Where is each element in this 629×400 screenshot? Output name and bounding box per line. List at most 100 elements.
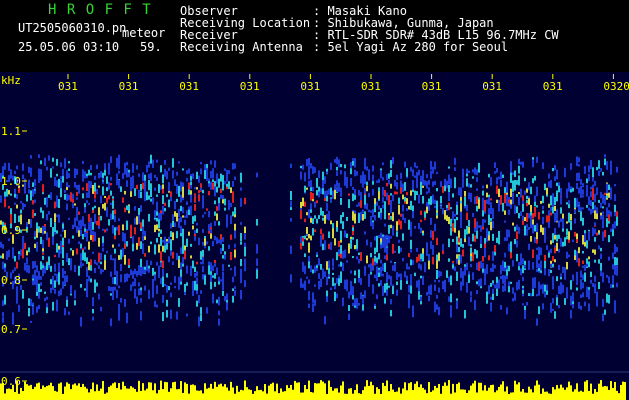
signal-streak — [354, 210, 356, 213]
histogram-bar — [596, 391, 598, 400]
signal-streak — [506, 232, 508, 236]
signal-streak — [202, 257, 204, 265]
signal-streak — [592, 227, 594, 237]
signal-streak — [52, 301, 54, 311]
signal-streak — [616, 265, 618, 273]
histogram-bar — [238, 391, 240, 400]
signal-streak — [174, 200, 176, 210]
signal-streak — [448, 192, 450, 202]
signal-streak — [210, 229, 212, 234]
signal-streak — [406, 263, 408, 270]
signal-streak — [28, 298, 30, 306]
histogram-bar — [410, 382, 412, 400]
signal-streak — [56, 273, 58, 282]
histogram-bar — [98, 390, 100, 400]
signal-streak — [58, 290, 60, 297]
signal-streak — [4, 263, 6, 268]
signal-streak — [584, 166, 586, 174]
signal-streak — [46, 296, 48, 300]
signal-streak — [32, 199, 34, 205]
signal-streak — [368, 209, 370, 213]
signal-streak — [38, 304, 40, 310]
signal-streak — [24, 204, 26, 208]
signal-streak — [388, 194, 390, 205]
signal-streak — [382, 162, 384, 166]
filename: UT2505060310.pn — [18, 21, 127, 35]
signal-streak — [590, 191, 592, 198]
signal-streak — [564, 298, 566, 305]
signal-streak — [486, 264, 488, 274]
signal-streak — [462, 278, 464, 286]
signal-streak — [136, 270, 138, 277]
signal-streak — [350, 270, 352, 274]
signal-streak — [578, 258, 580, 267]
signal-streak — [92, 251, 94, 254]
signal-streak — [134, 217, 136, 225]
signal-streak — [608, 234, 610, 243]
signal-streak — [410, 228, 412, 237]
signal-streak — [588, 231, 590, 241]
signal-streak — [306, 212, 308, 216]
histogram-bar — [516, 384, 518, 400]
signal-streak — [46, 200, 48, 208]
histogram-bar — [20, 387, 22, 400]
signal-streak — [524, 177, 526, 182]
signal-streak — [304, 265, 306, 274]
signal-streak — [2, 312, 4, 317]
histogram-bar — [524, 392, 526, 400]
signal-streak — [146, 167, 148, 173]
signal-streak — [180, 225, 182, 234]
signal-streak — [48, 211, 50, 215]
signal-streak — [494, 162, 496, 169]
signal-streak — [132, 270, 134, 279]
histogram-bar — [472, 383, 474, 400]
signal-streak — [450, 218, 452, 227]
signal-streak — [302, 237, 304, 242]
signal-streak — [576, 250, 578, 256]
signal-streak — [122, 232, 124, 242]
signal-streak — [80, 229, 82, 237]
signal-streak — [426, 291, 428, 296]
signal-streak — [14, 267, 16, 271]
signal-streak — [84, 228, 86, 232]
signal-streak — [554, 247, 556, 254]
signal-streak — [458, 260, 460, 265]
signal-streak — [532, 249, 534, 259]
signal-streak — [118, 285, 120, 289]
signal-streak — [178, 281, 180, 287]
signal-streak — [52, 275, 54, 283]
histogram-bar — [180, 381, 182, 400]
signal-streak — [548, 269, 550, 274]
signal-streak — [44, 226, 46, 231]
signal-streak — [530, 235, 532, 242]
signal-streak — [214, 211, 216, 216]
signal-streak — [384, 243, 386, 253]
signal-streak — [8, 190, 10, 195]
signal-streak — [592, 188, 594, 194]
signal-streak — [188, 206, 190, 210]
signal-streak — [512, 298, 514, 302]
signal-streak — [334, 189, 336, 200]
signal-streak — [32, 189, 34, 197]
histogram-bar — [108, 386, 110, 400]
signal-streak — [540, 249, 542, 256]
signal-streak — [74, 266, 76, 272]
signal-streak — [520, 188, 522, 198]
signal-streak — [172, 214, 174, 222]
histogram-bar — [576, 383, 578, 400]
signal-streak — [150, 154, 152, 164]
signal-streak — [54, 288, 56, 294]
signal-streak — [360, 203, 362, 208]
signal-streak — [216, 186, 218, 193]
signal-streak — [168, 236, 170, 243]
signal-streak — [162, 260, 164, 269]
signal-streak — [398, 273, 400, 277]
signal-streak — [492, 288, 494, 294]
signal-streak — [450, 275, 452, 286]
signal-streak — [526, 195, 528, 200]
signal-streak — [430, 230, 432, 238]
histogram-bar — [304, 384, 306, 400]
signal-streak — [32, 275, 34, 279]
signal-streak — [514, 211, 516, 214]
signal-streak — [356, 298, 358, 305]
